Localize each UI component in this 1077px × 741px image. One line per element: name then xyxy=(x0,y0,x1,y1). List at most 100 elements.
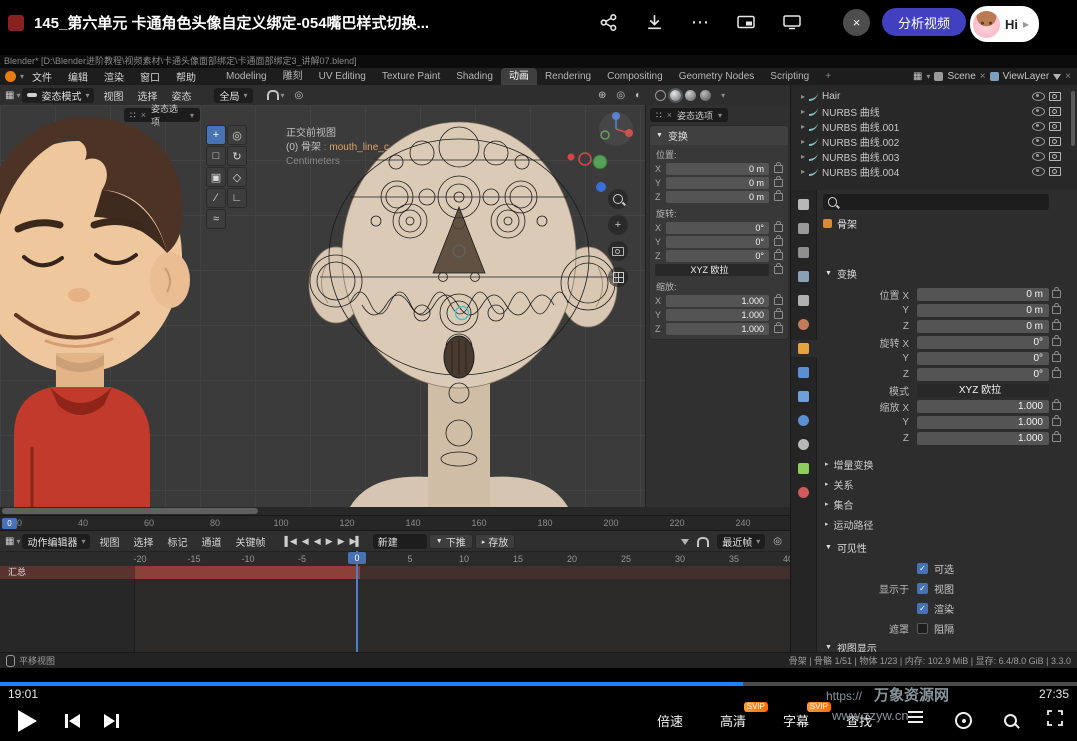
location-x-field[interactable]: 0 m xyxy=(666,163,769,175)
proportional-editing-icon[interactable]: ◎ xyxy=(773,536,782,547)
visibility-section-header[interactable]: ▼ 可见性 xyxy=(825,540,867,555)
viewlayer-selector[interactable]: ViewLayer xyxy=(1003,71,1050,82)
lock-icon[interactable] xyxy=(1052,370,1061,378)
dopesheet-menu[interactable]: 通道 xyxy=(194,534,228,549)
zoom-icon[interactable] xyxy=(608,189,628,209)
workspace-tab[interactable]: Compositing xyxy=(599,68,671,85)
action-new-button[interactable]: 新建 xyxy=(373,534,427,549)
dopesheet-menu[interactable]: 关键帧 xyxy=(228,534,272,549)
property-value-field[interactable]: 0° xyxy=(917,336,1049,349)
collapsed-section[interactable]: ▸ 运动路径 xyxy=(817,514,1069,534)
lock-icon[interactable] xyxy=(1052,354,1061,362)
workspace-tab[interactable]: Modeling xyxy=(218,68,275,85)
workspace-tab[interactable]: 动画 xyxy=(501,68,537,85)
outliner-row[interactable]: ▸ NURBS 曲线.002 xyxy=(791,134,1077,149)
transform-section-header[interactable]: ▼ 变换 xyxy=(825,266,857,281)
property-value-field[interactable]: 1.000 xyxy=(917,400,1049,413)
action-stash-button[interactable]: ▸ 存放 xyxy=(475,534,516,549)
blender-logo-icon[interactable] xyxy=(5,71,16,82)
search-input[interactable] xyxy=(841,196,1044,208)
shading-material-button[interactable] xyxy=(685,90,696,101)
action-pushdown-button[interactable]: ▼ 下推 xyxy=(429,534,473,549)
expand-icon[interactable]: ▸ xyxy=(801,92,805,101)
mode-dropdown[interactable]: 姿态模式 ▾ xyxy=(22,88,94,103)
breadcrumb-object-name[interactable]: 骨架 xyxy=(837,216,857,231)
close-icon[interactable]: × xyxy=(667,110,672,120)
lock-icon[interactable] xyxy=(774,266,783,274)
tool-move[interactable]: + xyxy=(206,125,226,145)
summary-channel[interactable]: 汇总 xyxy=(0,566,135,579)
timeline-current-frame[interactable]: 0 xyxy=(2,518,17,529)
next-keyframe-icon[interactable]: ▶ xyxy=(338,536,344,547)
snap-mode-dropdown[interactable]: 最近帧 ▾ xyxy=(717,534,765,549)
scale-x-field[interactable]: 1.000 xyxy=(666,295,769,307)
camera-icon[interactable] xyxy=(1049,167,1061,176)
blender-menu[interactable]: 帮助 xyxy=(168,69,204,84)
collapsed-section[interactable]: ▸ 集合 xyxy=(817,494,1069,514)
outliner-row[interactable]: ▸ NURBS 曲线.001 xyxy=(791,119,1077,134)
play-reverse-icon[interactable]: ◀ xyxy=(314,536,320,547)
viewport-menu[interactable]: 选择 xyxy=(130,88,164,103)
tool-cursor[interactable]: ◎ xyxy=(227,125,247,145)
lock-icon[interactable] xyxy=(1052,338,1061,346)
perspective-toggle-icon[interactable] xyxy=(608,267,628,287)
timeline-strip[interactable]: 20406080100120140160180200220240 0 xyxy=(0,515,790,531)
dopesheet-menu[interactable]: 选择 xyxy=(126,534,160,549)
horizontal-scrollbar[interactable] xyxy=(0,507,790,515)
outliner-row[interactable]: ▸ Hair xyxy=(791,89,1077,104)
next-video-button[interactable] xyxy=(104,714,119,728)
expand-icon[interactable]: ▸ xyxy=(801,152,805,161)
properties-tab-modifiers[interactable] xyxy=(791,364,817,381)
cast-icon[interactable] xyxy=(780,10,804,34)
rotation-x-field[interactable]: 0° xyxy=(666,222,769,234)
properties-tab-physics[interactable] xyxy=(791,412,817,429)
workspace-tab[interactable]: + xyxy=(817,68,839,85)
play-button[interactable] xyxy=(18,710,37,732)
property-value-field[interactable]: 0° xyxy=(917,352,1049,365)
properties-tab-object[interactable] xyxy=(791,340,817,357)
filter-icon[interactable] xyxy=(681,539,689,545)
close-button[interactable]: × xyxy=(843,9,870,36)
lock-icon[interactable] xyxy=(1052,418,1061,426)
workspace-tab[interactable]: Scripting xyxy=(762,68,817,85)
lock-icon[interactable] xyxy=(774,238,783,246)
eye-icon[interactable] xyxy=(1032,137,1045,146)
jump-to-start-icon[interactable]: ▌◀ xyxy=(284,536,295,547)
pose-options-dropdown[interactable]: ∷ × 姿态选项 ▾ xyxy=(124,108,200,122)
tool-select-box[interactable]: □ xyxy=(206,146,226,166)
lock-icon[interactable] xyxy=(1052,322,1061,330)
eye-icon[interactable] xyxy=(1032,107,1045,116)
properties-tab-object-data[interactable] xyxy=(791,460,817,477)
lock-icon[interactable] xyxy=(1052,290,1061,298)
property-value-field[interactable]: 1.000 xyxy=(917,432,1049,445)
show-viewport-checkbox[interactable]: ✓ xyxy=(917,583,928,594)
scene-selector[interactable]: Scene xyxy=(947,71,975,82)
scrollbar-thumb[interactable] xyxy=(2,508,258,514)
main-viewport[interactable]: + ◎ □ ↻ ▣ ◇ ∕ ∟ ≈ 正交前视图 (0) 骨架 : mouth_l… xyxy=(200,105,645,507)
property-value-field[interactable]: 0 m xyxy=(917,288,1049,301)
dopesheet-canvas[interactable]: 汇总 xyxy=(0,566,790,652)
unlink-scene-icon[interactable]: × xyxy=(980,71,986,82)
outliner-row[interactable]: ▸ NURBS 曲线.004 xyxy=(791,164,1077,179)
tool-transform[interactable]: ◇ xyxy=(227,167,247,187)
editor-type-icon[interactable]: ▦ xyxy=(5,536,14,547)
blender-menu[interactable]: 文件 xyxy=(24,69,60,84)
pan-icon[interactable]: + xyxy=(608,215,628,235)
expand-icon[interactable]: ▸ xyxy=(801,107,805,116)
properties-tab-world[interactable] xyxy=(791,316,817,333)
play-icon[interactable]: ▶ xyxy=(326,536,332,547)
expand-icon[interactable]: ▸ xyxy=(801,122,805,131)
fullscreen-icon[interactable] xyxy=(1047,710,1063,731)
scale-y-field[interactable]: 1.000 xyxy=(666,309,769,321)
tool-extra[interactable]: ≈ xyxy=(206,209,226,229)
viewport-menu[interactable]: 视图 xyxy=(96,88,130,103)
property-value-field[interactable]: 0 m xyxy=(917,304,1049,317)
rotation-y-field[interactable]: 0° xyxy=(666,236,769,248)
dopesheet-mode-dropdown[interactable]: 动作编辑器 ▾ xyxy=(22,534,90,549)
show-gizmo-icon[interactable]: ⊕ xyxy=(598,90,606,101)
tool-scale[interactable]: ▣ xyxy=(206,167,226,187)
camera-icon[interactable] xyxy=(1049,152,1061,161)
scale-z-field[interactable]: 1.000 xyxy=(666,323,769,335)
show-render-checkbox[interactable]: ✓ xyxy=(917,603,928,614)
camera-icon[interactable] xyxy=(1049,107,1061,116)
